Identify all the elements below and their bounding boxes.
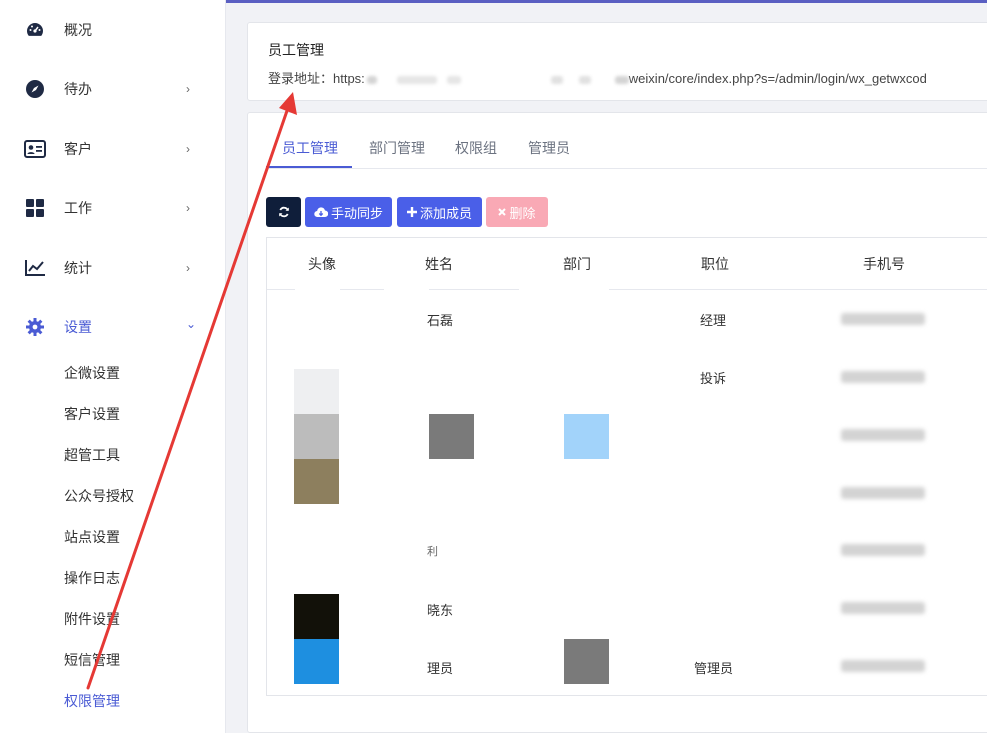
redacted-segment <box>614 75 629 84</box>
table-cell-position: 经理 <box>700 313 727 328</box>
submenu-item-site-settings[interactable]: 站点设置 <box>64 527 120 547</box>
chevron-right-icon: › <box>186 261 190 275</box>
sidebar-item-label: 待办 <box>64 81 92 97</box>
tab-employee-management[interactable]: 员工管理 <box>282 138 338 158</box>
sidebar-item-label: 概况 <box>64 22 92 38</box>
sidebar: 概况 待办 › 客户 › 工作 › 统计 › 设置 ⌄ 企微设置 客户设置 超管… <box>0 0 226 733</box>
submenu-item-superadmin-tools[interactable]: 超管工具 <box>64 445 120 465</box>
redacted-segment <box>366 75 377 84</box>
login-url-suffix: weixin/core/index.php?s=/admin/login/wx_… <box>628 71 927 86</box>
submenu-item-permission-management[interactable]: 权限管理 <box>64 691 120 711</box>
manual-sync-label: 手动同步 <box>330 205 383 221</box>
grid-icon <box>24 197 46 219</box>
submenu-item-attachment-settings[interactable]: 附件设置 <box>64 609 120 629</box>
active-tab-indicator <box>266 166 352 168</box>
top-accent-line <box>226 0 987 3</box>
sidebar-item-work[interactable]: 工作 › <box>0 188 226 228</box>
redacted-segment <box>550 75 563 84</box>
header-divider <box>267 289 295 290</box>
delete-button[interactable]: 删除 <box>486 197 548 227</box>
tab-administrator[interactable]: 管理员 <box>528 138 570 158</box>
chevron-right-icon: › <box>186 201 190 215</box>
avatar <box>294 414 339 459</box>
cloud-download-icon <box>314 206 328 217</box>
close-icon <box>498 208 507 216</box>
redacted-phone <box>841 544 925 556</box>
manual-sync-button[interactable]: 手动同步 <box>305 197 392 227</box>
column-header-position[interactable]: 职位 <box>701 254 729 274</box>
plus-icon <box>406 207 417 217</box>
redacted-segment <box>446 75 461 84</box>
main-card: 员工管理 部门管理 权限组 管理员 手动同步 添加成员 删除 头像 姓名 部门 … <box>247 112 987 733</box>
sidebar-item-customer[interactable]: 客户 › <box>0 129 226 169</box>
gear-icon <box>24 316 46 338</box>
sidebar-item-label: 工作 <box>64 200 92 216</box>
tab-permission-group[interactable]: 权限组 <box>455 138 497 158</box>
avatar <box>294 594 339 639</box>
chevron-down-icon: ⌄ <box>186 317 197 331</box>
tab-bar: 员工管理 部门管理 权限组 管理员 <box>266 113 987 169</box>
page-header-card: 员工管理 登录地址：https: weixin/core/index.php?s=… <box>247 22 987 101</box>
refresh-icon <box>278 206 289 218</box>
redacted-phone <box>841 313 925 325</box>
table-cell-name: 晓东 <box>427 603 454 618</box>
column-header-department[interactable]: 部门 <box>563 254 591 274</box>
sidebar-item-todo[interactable]: 待办 › <box>0 69 226 109</box>
chevron-right-icon: › <box>186 82 190 96</box>
redacted-phone <box>841 371 925 383</box>
sidebar-item-label: 设置 <box>64 319 92 335</box>
dashboard-icon <box>24 19 46 41</box>
redacted-segment <box>578 75 591 84</box>
redacted-phone <box>841 487 925 499</box>
login-url-prefix: 登录地址：https: <box>268 71 365 86</box>
add-member-label: 添加成员 <box>419 205 472 221</box>
sidebar-item-label: 客户 <box>64 141 92 157</box>
department-image <box>564 639 609 684</box>
sidebar-item-overview[interactable]: 概况 <box>0 10 226 50</box>
add-member-button[interactable]: 添加成员 <box>397 197 482 227</box>
table-cell-name: 石磊 <box>427 313 454 328</box>
id-card-icon <box>24 138 46 160</box>
table-cell-name: 理员 <box>427 661 454 676</box>
sidebar-item-settings[interactable]: 设置 ⌄ <box>0 307 226 347</box>
redacted-segment <box>396 75 437 84</box>
delete-label: 删除 <box>509 205 536 221</box>
avatar <box>294 369 339 414</box>
header-divider <box>429 289 519 290</box>
page-title: 员工管理 <box>268 42 324 58</box>
name-image <box>429 414 474 459</box>
submenu-item-customer-settings[interactable]: 客户设置 <box>64 404 120 424</box>
column-header-phone[interactable]: 手机号 <box>863 254 905 274</box>
login-url[interactable]: 登录地址：https: weixin/core/index.php?s=/admi… <box>268 68 927 87</box>
chart-line-icon <box>24 257 46 279</box>
submenu-item-sms-management[interactable]: 短信管理 <box>64 650 120 670</box>
column-header-name[interactable]: 姓名 <box>425 254 453 274</box>
table-cell-position: 管理员 <box>694 661 734 676</box>
table-cell-name: 利 <box>427 546 438 558</box>
column-header-avatar[interactable]: 头像 <box>308 254 336 274</box>
submenu-item-operation-log[interactable]: 操作日志 <box>64 568 120 588</box>
redacted-phone <box>841 429 925 441</box>
chevron-right-icon: › <box>186 142 190 156</box>
submenu-item-wecom-settings[interactable]: 企微设置 <box>64 363 120 383</box>
table-cell-position: 投诉 <box>700 371 727 386</box>
tab-department-management[interactable]: 部门管理 <box>369 138 425 158</box>
header-divider <box>609 289 987 290</box>
sidebar-item-label: 统计 <box>64 260 92 276</box>
submenu-item-mp-authorization[interactable]: 公众号授权 <box>64 486 134 506</box>
refresh-button[interactable] <box>266 197 301 227</box>
redacted-phone <box>841 602 925 614</box>
sidebar-item-statistics[interactable]: 统计 › <box>0 248 226 288</box>
employee-table: 头像 姓名 部门 职位 手机号 石磊 经理 投诉 利 晓东 理员 管理员 <box>266 237 987 696</box>
header-divider <box>340 289 384 290</box>
avatar <box>294 639 339 684</box>
avatar <box>294 459 339 504</box>
department-image <box>564 414 609 459</box>
redacted-phone <box>841 660 925 672</box>
compass-icon <box>24 78 46 100</box>
